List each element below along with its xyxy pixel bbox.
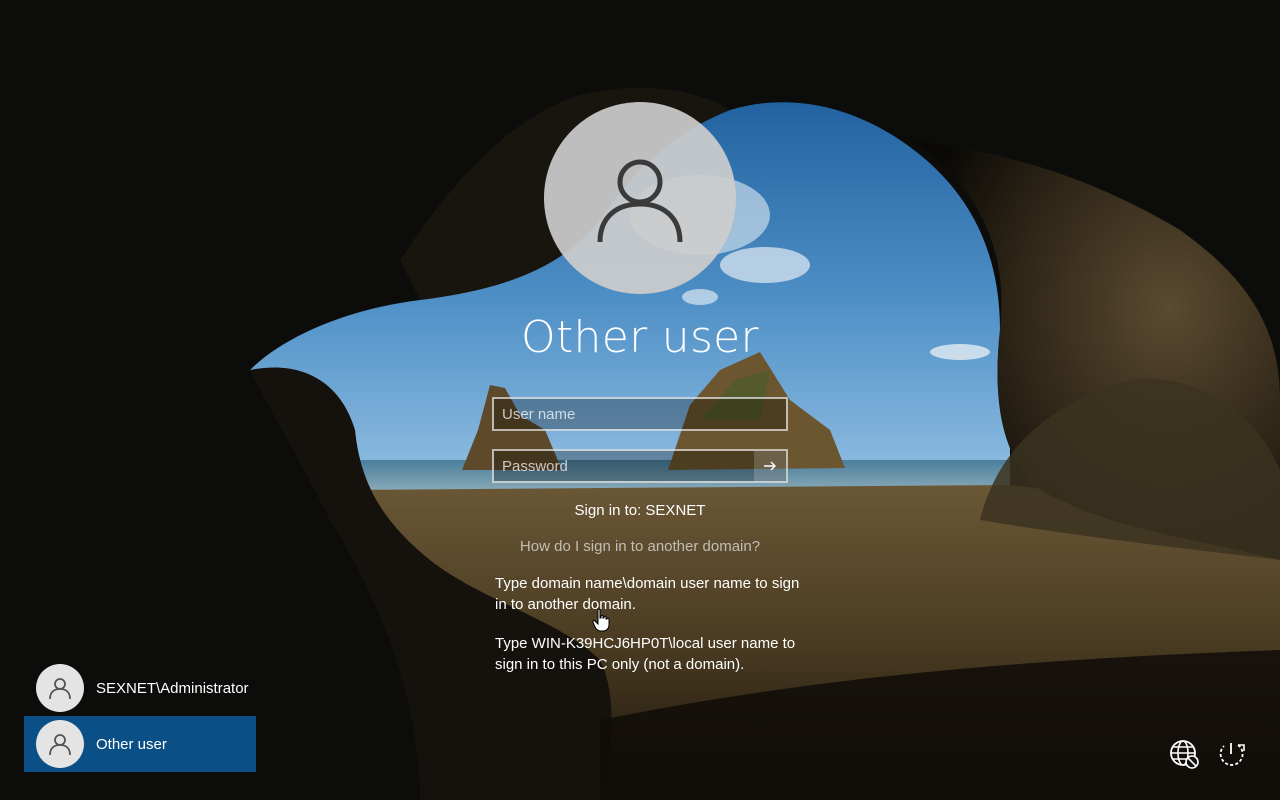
- password-input[interactable]: [492, 449, 788, 483]
- avatar: [36, 720, 84, 768]
- arrow-right-icon: [764, 461, 776, 471]
- local-help-text: Type WIN-K39HCJ6HP0T\local user name to …: [495, 635, 796, 673]
- user-icon: [597, 159, 683, 243]
- user-icon: [49, 734, 71, 756]
- hand-cursor-icon: [592, 608, 610, 632]
- page-title: Other user: [521, 312, 759, 363]
- power-icon: [1219, 743, 1245, 766]
- user-name: Other user: [96, 735, 167, 753]
- sign-in-domain-label: Sign in to: SEXNET: [574, 502, 706, 519]
- username-input[interactable]: [492, 397, 788, 431]
- network-globe-icon: [1170, 740, 1199, 769]
- user-list-item-other-user[interactable]: Other user: [24, 716, 256, 772]
- another-domain-help-link[interactable]: How do I sign in to another domain?: [0, 538, 1280, 555]
- user-icon: [49, 678, 71, 700]
- user-avatar-large: [544, 102, 736, 294]
- submit-button[interactable]: [754, 451, 786, 481]
- avatar: [36, 664, 84, 712]
- network-button[interactable]: [1168, 738, 1200, 770]
- power-button[interactable]: [1216, 738, 1248, 770]
- domain-help-text: Type domain name\domain user name to sig…: [495, 575, 800, 613]
- user-list-item-administrator[interactable]: SEXNET\Administrator: [24, 660, 256, 716]
- user-name: SEXNET\Administrator: [96, 679, 249, 697]
